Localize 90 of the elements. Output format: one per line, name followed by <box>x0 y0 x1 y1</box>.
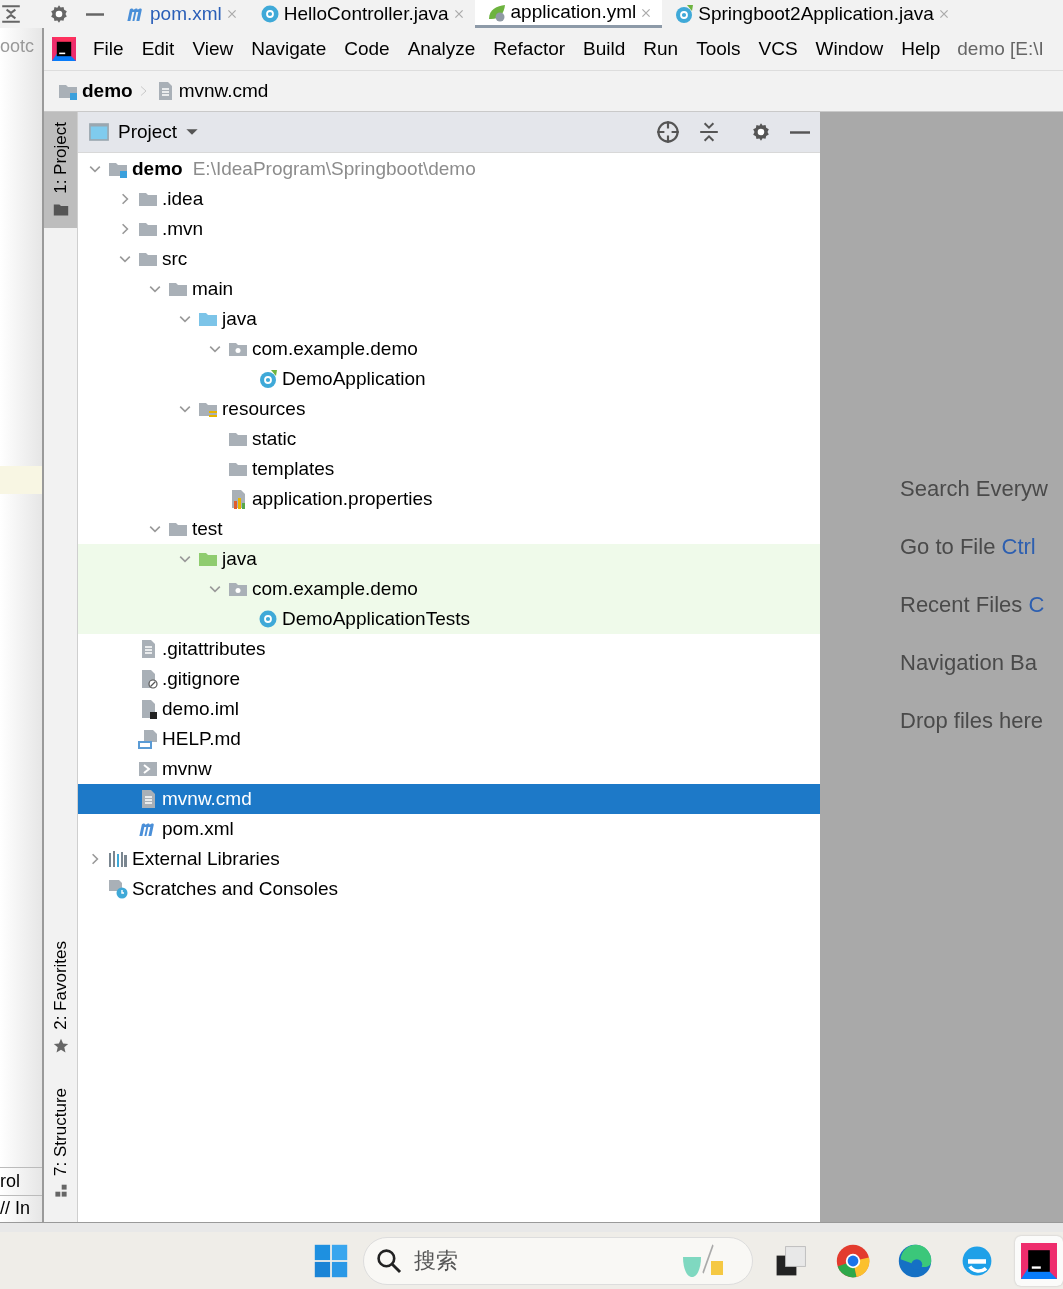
tree-row[interactable]: Scratches and Consoles <box>78 874 820 904</box>
folder-icon <box>52 201 69 218</box>
window-title: demo [E:\I <box>957 36 1044 61</box>
class-icon <box>674 4 695 24</box>
settings-icon <box>48 3 70 25</box>
collapse-all-icon <box>698 121 720 143</box>
structure-icon <box>53 1184 68 1198</box>
window-icon <box>88 121 110 143</box>
tree-row[interactable]: HELP.md <box>78 724 820 754</box>
tree-row[interactable]: demo.iml <box>78 694 820 724</box>
tool-window-tab[interactable]: 2: Favorites <box>44 931 77 1065</box>
menu-item[interactable]: Edit <box>132 34 184 64</box>
minimize-icon <box>790 130 810 134</box>
library-bars-icon <box>108 849 128 869</box>
code-text: // In <box>0 1197 31 1220</box>
browser-icon <box>835 1242 871 1279</box>
tree-row[interactable]: .idea <box>78 184 820 214</box>
close-icon <box>225 8 238 20</box>
menu-item[interactable]: Run <box>634 34 688 64</box>
tree-row[interactable]: .gitattributes <box>78 634 820 664</box>
tree-row[interactable]: application.properties <box>78 484 820 514</box>
minimize-icon <box>86 12 104 16</box>
app-logo-icon <box>52 37 76 61</box>
tree-row[interactable]: .mvn <box>78 214 820 244</box>
tree-row[interactable]: .gitignore <box>78 664 820 694</box>
breadcrumb-item[interactable]: demo <box>58 76 133 106</box>
tool-window-tab[interactable]: 7: Structure <box>44 1078 77 1208</box>
app-icon <box>1021 1242 1057 1279</box>
tree-row[interactable]: DemoApplication <box>78 364 820 394</box>
tree-row[interactable]: static <box>78 424 820 454</box>
leaf-gear-icon <box>486 2 507 23</box>
tool-window-tab[interactable]: 1: Project <box>44 112 77 228</box>
editor-tab[interactable]: HelloController.java <box>247 0 475 28</box>
menu-item[interactable]: Code <box>335 34 399 64</box>
menu-item[interactable]: VCS <box>749 34 807 64</box>
tree-row[interactable]: java <box>78 544 820 574</box>
hint-text: Drop files here <box>900 707 1045 735</box>
taskbar-button[interactable] <box>1015 1235 1063 1286</box>
tree-row[interactable]: demo E:\IdeaProgram\Springboot\demo <box>78 154 820 184</box>
scratch-clock-icon <box>108 879 128 899</box>
menu-item[interactable]: Build <box>574 34 635 64</box>
tree-row[interactable]: test <box>78 514 820 544</box>
tree-row[interactable]: templates <box>78 454 820 484</box>
menu-item[interactable]: Navigate <box>242 34 336 64</box>
markdown-file-icon <box>138 729 158 749</box>
tree-row[interactable]: DemoApplicationTests <box>78 604 820 634</box>
menu-item[interactable]: Refactor <box>484 34 575 64</box>
editor-tab[interactable]: application.yml <box>474 0 663 28</box>
close-icon <box>452 8 465 20</box>
panel-title[interactable]: Project <box>118 117 178 147</box>
script-file-icon <box>138 759 158 779</box>
menu-item[interactable]: Help <box>892 34 950 64</box>
tree-row[interactable]: resources <box>78 394 820 424</box>
start-icon <box>313 1242 349 1279</box>
editor-tab[interactable]: pom.xml <box>114 0 248 28</box>
class-icon <box>259 4 280 24</box>
tree-row[interactable]: External Libraries <box>78 844 820 874</box>
search-input[interactable]: 搜索 <box>412 1243 592 1278</box>
tree-row[interactable]: main <box>78 274 820 304</box>
menu-item[interactable]: Analyze <box>398 34 485 64</box>
tree-row[interactable]: com.example.demo <box>78 574 820 604</box>
menu-item[interactable]: Window <box>806 34 893 64</box>
menu-item[interactable]: View <box>183 34 243 64</box>
tree-row[interactable]: mvnw.cmd <box>78 784 820 814</box>
hint-text: Recent Files C <box>900 591 1046 619</box>
menu-item[interactable]: File <box>84 34 133 64</box>
search-icon <box>376 1247 402 1274</box>
tree-row[interactable]: pom.xml <box>78 814 820 844</box>
star-icon <box>52 1038 69 1055</box>
settings-icon <box>750 121 772 143</box>
hint-text: Search Everyw <box>900 475 1049 503</box>
class-icon <box>258 369 278 389</box>
browser-icon <box>897 1242 933 1279</box>
menu-item[interactable]: Tools <box>687 34 750 64</box>
hint-text: Navigation Ba <box>900 649 1038 677</box>
code-text: ootc <box>0 35 36 58</box>
locate-target-icon <box>656 120 680 144</box>
path-text: E:\IdeaProgram\Springboot\demo <box>192 156 476 181</box>
breadcrumb-item[interactable]: mvnw.cmd <box>154 76 269 106</box>
editor-tab[interactable]: Springboot2Application.java <box>662 0 960 28</box>
hint-text: Go to File Ctrl <box>900 533 1037 561</box>
tree-row[interactable]: com.example.demo <box>78 334 820 364</box>
close-icon <box>937 8 950 20</box>
collapse-icon <box>0 3 22 25</box>
tree-row[interactable]: java <box>78 304 820 334</box>
search-field[interactable]: 搜索 <box>363 1236 753 1285</box>
class-icon <box>258 609 278 629</box>
close-icon <box>640 6 653 19</box>
tree-row[interactable]: src <box>78 244 820 274</box>
tree-row[interactable]: mvnw <box>78 754 820 784</box>
